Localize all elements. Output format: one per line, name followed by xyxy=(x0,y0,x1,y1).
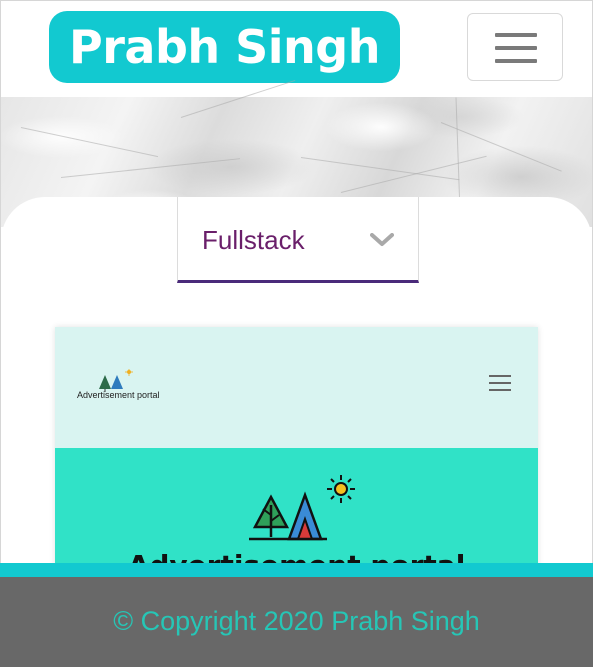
tent-tree-sun-illustration-icon xyxy=(249,475,355,541)
preview-logo-text: Advertisement portal xyxy=(77,390,160,400)
category-select[interactable]: Fullstack xyxy=(177,197,419,283)
hamburger-menu-icon xyxy=(489,373,511,393)
navbar: Prabh Singh xyxy=(1,1,592,97)
category-select-value: Fullstack xyxy=(202,225,305,255)
footer-accent-stripe xyxy=(0,563,593,577)
brand-logo[interactable]: Prabh Singh xyxy=(49,11,400,83)
menu-toggle-button[interactable] xyxy=(467,13,563,81)
chevron-down-icon xyxy=(370,233,394,246)
footer: © Copyright 2020 Prabh Singh xyxy=(0,577,593,667)
project-preview[interactable]: Advertisement portal xyxy=(55,327,538,577)
copyright-text: © Copyright 2020 Prabh Singh xyxy=(113,606,480,636)
